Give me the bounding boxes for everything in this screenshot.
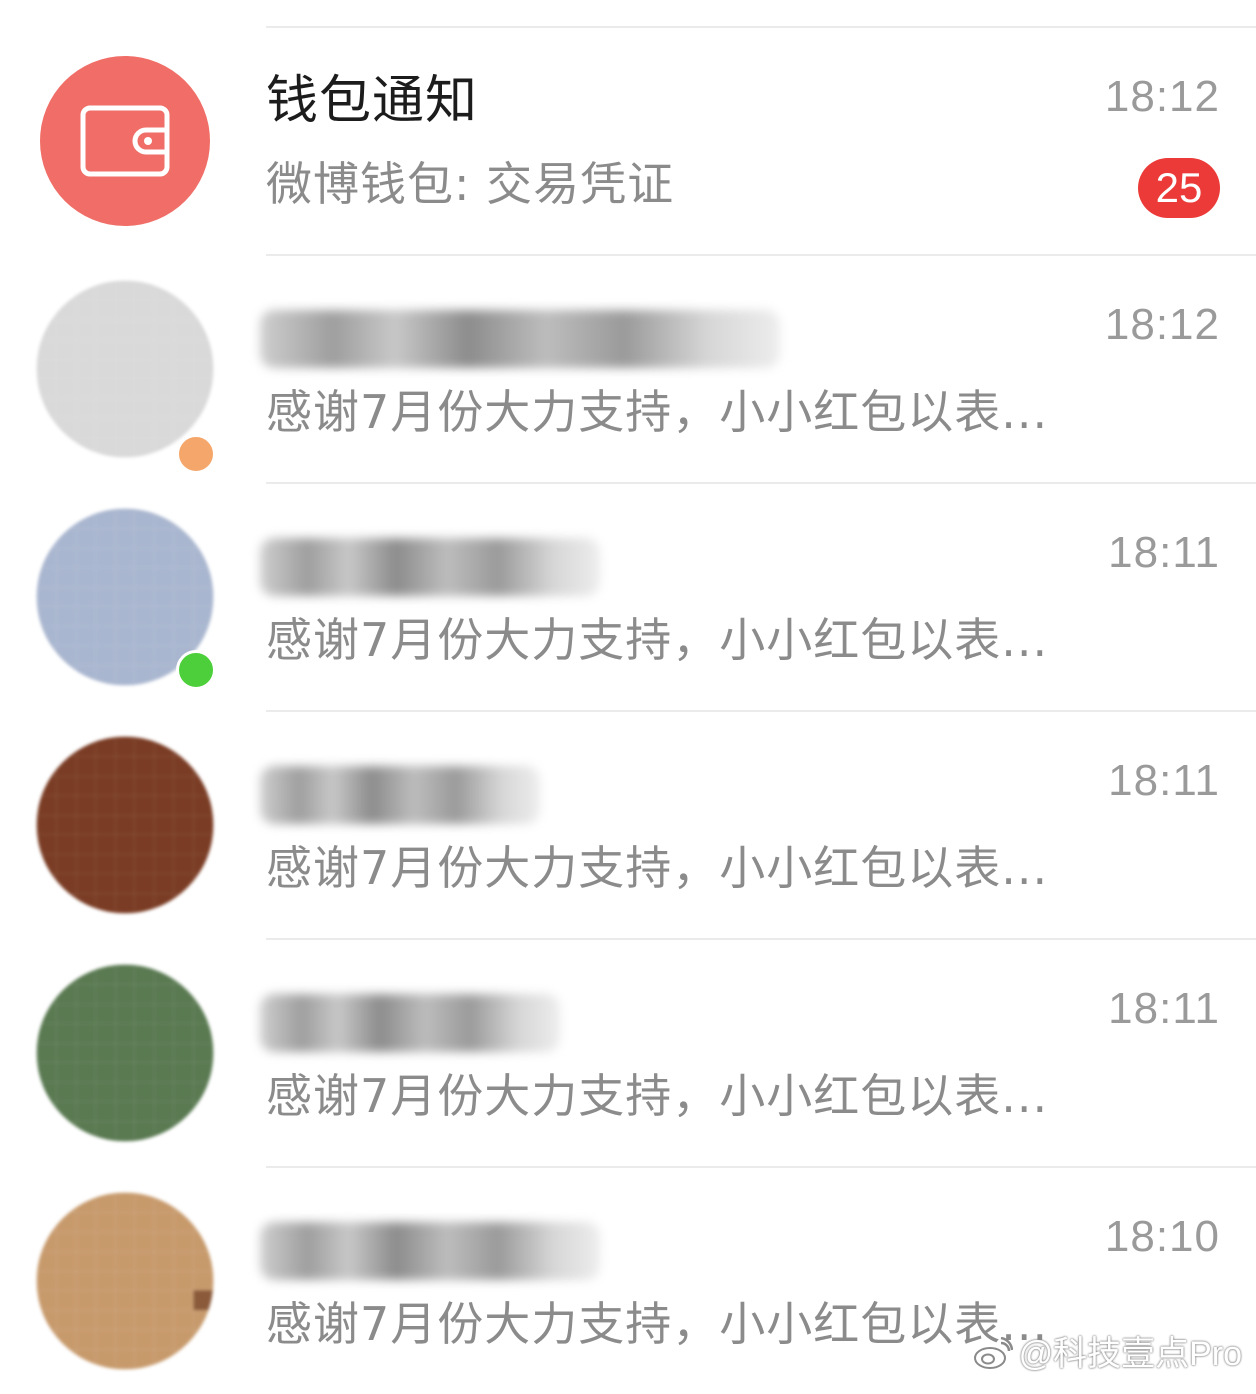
conversation-time: 18:12 [1104,300,1220,349]
conversation-time: 18:12 [1104,72,1220,121]
conversation-time: 18:11 [1108,756,1220,805]
unread-badge: 25 [1138,158,1220,218]
conversation-name: 钱包通知 [266,71,479,131]
presence-dot [176,650,216,690]
conversation-preview: 感谢7月份大力支持，小小红包以表... [266,841,1049,895]
conversation-name [260,1222,600,1280]
divider [266,938,1256,940]
conversation-time: 18:10 [1104,1212,1220,1261]
conversation-preview: 微博钱包: 交易凭证 [266,157,675,211]
conversation-preview: 感谢7月份大力支持，小小红包以表... [266,613,1049,667]
conversation-name [260,310,780,368]
conversation-name [260,766,540,824]
wallet-icon [80,105,170,177]
user-avatar[interactable] [36,1192,214,1370]
divider [266,710,1256,712]
wallet-avatar[interactable] [40,56,210,226]
watermark: @科技壹点Pro [973,1334,1242,1374]
conversation-preview: 感谢7月份大力支持，小小红包以表... [266,385,1049,439]
divider [266,1166,1256,1168]
divider [266,26,1256,28]
conversation-preview: 感谢7月份大力支持，小小红包以表... [266,1069,1049,1123]
weibo-logo-icon [973,1337,1013,1369]
divider [266,482,1256,484]
conversation-item[interactable]: 感谢7月份大力支持，小小红包以表... 18:12 [0,254,1256,482]
conversation-list: 钱包通知 微博钱包: 交易凭证 18:12 25 感谢7月份大力支持，小小红包以… [0,0,1256,1394]
conversation-item[interactable]: 感谢7月份大力支持，小小红包以表... 18:11 [0,482,1256,710]
user-avatar[interactable] [36,964,214,1142]
presence-dot [176,434,216,474]
user-avatar[interactable] [36,280,214,458]
conversation-item[interactable]: 感谢7月份大力支持，小小红包以表... 18:11 [0,710,1256,938]
divider [266,254,1256,256]
conversation-item-wallet[interactable]: 钱包通知 微博钱包: 交易凭证 18:12 25 [0,26,1256,254]
conversation-item[interactable]: 感谢7月份大力支持，小小红包以表... 18:11 [0,938,1256,1166]
conversation-name [260,538,600,596]
watermark-text: @科技壹点Pro [1018,1335,1242,1373]
conversation-name [260,994,560,1052]
user-avatar[interactable] [36,736,214,914]
conversation-time: 18:11 [1108,984,1220,1033]
conversation-time: 18:11 [1108,528,1220,577]
conversation-preview: 感谢7月份大力支持，小小红包以表... [266,1297,1049,1351]
